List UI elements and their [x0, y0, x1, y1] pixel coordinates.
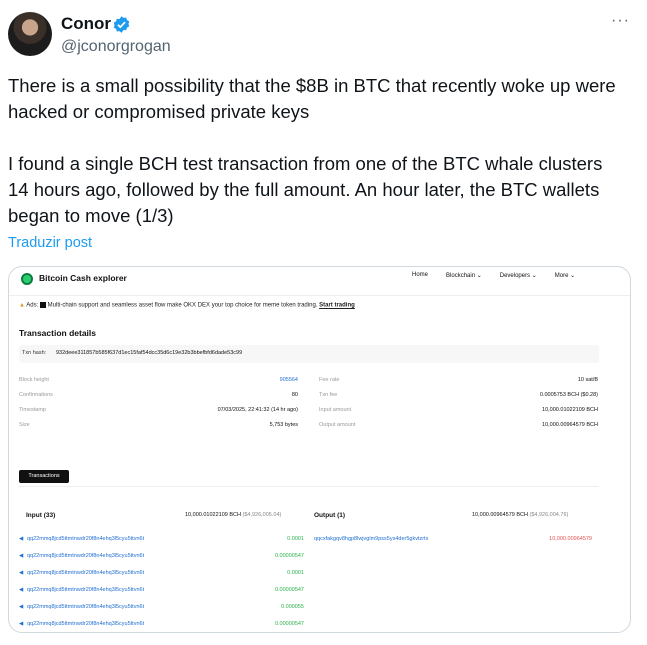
tweet-body: There is a small possibility that the $8…	[8, 73, 628, 229]
input-total-usd: ($4,926,005.04)	[242, 512, 282, 518]
input-row: ◀ qq22mmq8jcd5ttmtnwdr20f8n4ehq3l5cyu5tt…	[19, 621, 304, 631]
detail-label: Txn fee	[319, 392, 338, 398]
attached-image[interactable]: Bitcoin Cash explorer Home Blockchain ⌄ …	[8, 266, 631, 633]
input-amount: 0.00000547	[274, 553, 304, 559]
detail-label: Output amount	[319, 422, 356, 428]
bitcoin-cash-logo-icon	[21, 273, 33, 285]
input-address: qq22mmq8jcd5ttmtnwdr20f8n4ehq3l5cyu5ttvn…	[27, 553, 145, 559]
ads-prefix: Ads:	[26, 302, 39, 309]
arrow-left-icon: ◀	[19, 587, 24, 593]
verified-badge-icon	[113, 16, 130, 33]
output-amount: 10,000.00964579	[549, 536, 592, 542]
nav-divider	[9, 295, 630, 296]
nav-blockchain: Blockchain ⌄	[446, 273, 482, 279]
input-address: qq22mmq8jcd5ttmtnwdr20f8n4ehq3l5cyu5ttvn…	[27, 587, 145, 593]
input-row: ◀ qq22mmq8jcd5ttmtnwdr20f8n4ehq3l5cyu5tt…	[19, 553, 304, 563]
input-row: ◀ qq22mmq8jcd5ttmtnwdr20f8n4ehq3l5cyu5tt…	[19, 587, 304, 597]
input-amount: 0.00000547	[274, 587, 304, 593]
nav-developers: Developers ⌄	[499, 273, 537, 279]
detail-timestamp: Timestamp 07/03/2025, 22:41:32 (14 hr ag…	[19, 407, 298, 415]
detail-value: 80	[291, 392, 298, 398]
detail-block-height: Block height 905564	[19, 377, 298, 385]
tweet-paragraph-2: I found a single BCH test transaction fr…	[8, 153, 603, 226]
input-total-bch: 10,000.01022109 BCH	[185, 512, 241, 518]
detail-label: Input amount	[319, 407, 352, 413]
input-amount: 0.0001	[287, 536, 304, 542]
table-divider	[19, 486, 599, 487]
detail-value: 0.0005753 BCH ($0.28)	[539, 392, 598, 398]
tweet-paragraph-1: There is a small possibility that the $8…	[8, 75, 616, 122]
input-title: Input (33)	[26, 512, 56, 519]
output-total-bch: 10,000.00964579 BCH	[472, 512, 528, 518]
output-total: 10,000.00964579 BCH ($4,926,004.76)	[472, 512, 568, 518]
arrow-left-icon: ◀	[19, 604, 24, 610]
detail-txn-fee: Txn fee 0.0005753 BCH ($0.28)	[319, 392, 598, 400]
nav-home: Home	[412, 272, 429, 278]
output-total-usd: ($4,926,004.76)	[529, 512, 569, 518]
arrow-left-icon: ◀	[19, 536, 24, 542]
input-address: qq22mmq8jcd5ttmtnwdr20f8n4ehq3l5cyu5ttvn…	[27, 570, 145, 576]
detail-label: Fee rate	[319, 377, 340, 383]
arrow-left-icon: ◀	[19, 553, 24, 559]
txn-hash-box: Txn hash: 932deee311857b585f637d1ec15faf…	[19, 345, 599, 363]
detail-label: Confirmations	[19, 392, 53, 398]
more-options-icon[interactable]: ···	[611, 12, 630, 30]
detail-value: 10,000.01022109 BCH	[542, 407, 598, 413]
explorer-nav-links: Home Blockchain ⌄ Developers ⌄ More ⌄	[412, 272, 593, 279]
detail-value: 5,753 bytes	[269, 422, 298, 428]
translate-post-link[interactable]: Traduzir post	[8, 235, 92, 251]
output-address: qqcxfakgqv8hgp8lwjvglm9pss5ys4der5gkvtzr…	[314, 536, 429, 542]
detail-input-amount: Input amount 10,000.01022109 BCH	[319, 407, 598, 415]
section-title: Transaction details	[19, 328, 96, 338]
detail-value: 07/03/2025, 22:41:32 (14 hr ago)	[217, 407, 298, 413]
avatar[interactable]	[8, 12, 52, 56]
ads-speaker-icon: ▲	[19, 302, 25, 309]
ads-link: Start trading	[319, 302, 355, 309]
okx-icon	[39, 302, 46, 308]
input-address: qq22mmq8jcd5ttmtnwdr20f8n4ehq3l5cyu5ttvn…	[27, 536, 145, 542]
explorer-brand: Bitcoin Cash explorer	[39, 273, 127, 283]
input-row: ◀ qq22mmq8jcd5ttmtnwdr20f8n4ehq3l5cyu5tt…	[19, 536, 304, 546]
input-address: qq22mmq8jcd5ttmtnwdr20f8n4ehq3l5cyu5ttvn…	[27, 621, 145, 627]
input-address: qq22mmq8jcd5ttmtnwdr20f8n4ehq3l5cyu5ttvn…	[27, 604, 145, 610]
detail-label: Timestamp	[19, 407, 46, 413]
input-total: 10,000.01022109 BCH ($4,926,005.04)	[185, 512, 281, 518]
input-row: ◀ qq22mmq8jcd5ttmtnwdr20f8n4ehq3l5cyu5tt…	[19, 570, 304, 580]
explorer-navbar: Bitcoin Cash explorer Home Blockchain ⌄ …	[9, 267, 630, 291]
arrow-left-icon: ◀	[19, 570, 24, 576]
transactions-tab-button: Transactions	[19, 470, 69, 483]
detail-value: 10,000.00964579 BCH	[542, 422, 598, 428]
txn-hash-label: Txn hash:	[22, 350, 47, 356]
txn-hash-value: 932deee311857b585f637d1ec15faf54dcc35d6c…	[56, 350, 243, 356]
arrow-left-icon: ◀	[19, 621, 24, 627]
output-row: qqcxfakgqv8hgp8lwjvglm9pss5ys4der5gkvtzr…	[314, 536, 592, 546]
ads-text: Multi-chain support and seamless asset f…	[47, 302, 318, 309]
detail-value: 10 sat/B	[577, 377, 598, 383]
input-amount: 0.00000547	[274, 621, 304, 627]
input-row: ◀ qq22mmq8jcd5ttmtnwdr20f8n4ehq3l5cyu5tt…	[19, 604, 304, 614]
detail-label: Size	[19, 422, 30, 428]
detail-label: Block height	[19, 377, 49, 383]
input-amount: 0.000055	[281, 604, 304, 610]
detail-confirmations: Confirmations 80	[19, 392, 298, 400]
ads-banner: ▲ Ads: Multi-chain support and seamless …	[19, 302, 355, 309]
detail-size: Size 5,753 bytes	[19, 422, 298, 430]
detail-value: 905564	[279, 377, 298, 383]
nav-more: More ⌄	[554, 273, 576, 279]
detail-fee-rate: Fee rate 10 sat/B	[319, 377, 598, 385]
author-name[interactable]: Conor	[61, 14, 111, 34]
detail-output-amount: Output amount 10,000.00964579 BCH	[319, 422, 598, 430]
author-handle[interactable]: @jconorgrogan	[61, 38, 171, 56]
output-title: Output (1)	[314, 512, 346, 519]
input-amount: 0.0001	[287, 570, 304, 576]
